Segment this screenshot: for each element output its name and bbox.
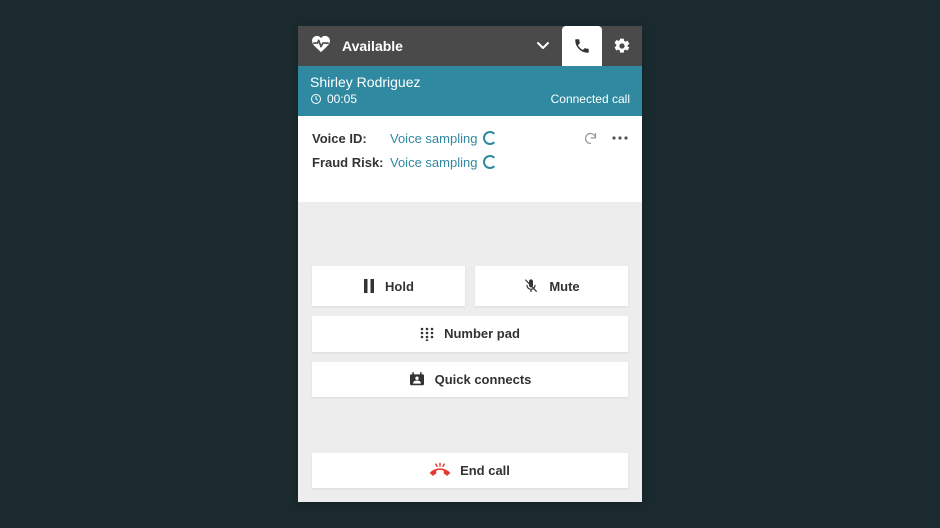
refresh-icon bbox=[583, 131, 598, 146]
spinner-icon bbox=[483, 155, 497, 169]
spinner-icon bbox=[483, 131, 497, 145]
fraud-risk-label: Fraud Risk: bbox=[312, 155, 390, 170]
contacts-icon bbox=[409, 372, 425, 386]
voice-id-value: Voice sampling bbox=[390, 131, 477, 146]
end-call-icon bbox=[430, 462, 450, 478]
end-call-label: End call bbox=[460, 463, 510, 478]
caller-name: Shirley Rodriguez bbox=[310, 74, 421, 90]
number-pad-label: Number pad bbox=[444, 326, 520, 341]
pause-icon bbox=[363, 279, 375, 293]
settings-tab[interactable] bbox=[602, 26, 642, 66]
status-dropdown[interactable]: Available bbox=[298, 35, 524, 58]
hold-button[interactable]: Hold bbox=[312, 266, 465, 306]
quick-connects-button[interactable]: Quick connects bbox=[312, 362, 628, 398]
topbar: Available bbox=[298, 26, 642, 66]
phone-tab[interactable] bbox=[562, 26, 602, 66]
hold-label: Hold bbox=[385, 279, 414, 294]
phone-icon bbox=[573, 37, 591, 55]
caller-bar: Shirley Rodriguez 00:05 Connected call bbox=[298, 66, 642, 116]
gear-icon bbox=[613, 37, 631, 55]
mute-label: Mute bbox=[549, 279, 579, 294]
heartbeat-icon bbox=[310, 35, 332, 58]
ellipsis-icon bbox=[612, 136, 628, 140]
mute-button[interactable]: Mute bbox=[475, 266, 628, 306]
end-call-button[interactable]: End call bbox=[312, 453, 628, 489]
fraud-risk-value: Voice sampling bbox=[390, 155, 477, 170]
dialpad-icon bbox=[420, 327, 434, 341]
ccp-panel: Available Shirley Rodriguez bbox=[298, 26, 642, 502]
call-status: Connected call bbox=[551, 92, 630, 106]
call-timer: 00:05 bbox=[327, 92, 357, 106]
status-text: Available bbox=[342, 38, 403, 54]
refresh-button[interactable] bbox=[583, 131, 598, 146]
controls-area: Hold Mute Number pad bbox=[298, 202, 642, 502]
chevron-down-icon bbox=[536, 39, 550, 53]
number-pad-button[interactable]: Number pad bbox=[312, 316, 628, 352]
status-chevron[interactable] bbox=[524, 39, 562, 53]
timer-row: 00:05 bbox=[310, 92, 421, 106]
voice-id-label: Voice ID: bbox=[312, 131, 390, 146]
quick-connects-label: Quick connects bbox=[435, 372, 532, 387]
clock-icon bbox=[310, 93, 322, 105]
mute-icon bbox=[523, 278, 539, 294]
more-button[interactable] bbox=[612, 136, 628, 140]
voice-section: Voice ID: Voice sampling bbox=[298, 116, 642, 202]
